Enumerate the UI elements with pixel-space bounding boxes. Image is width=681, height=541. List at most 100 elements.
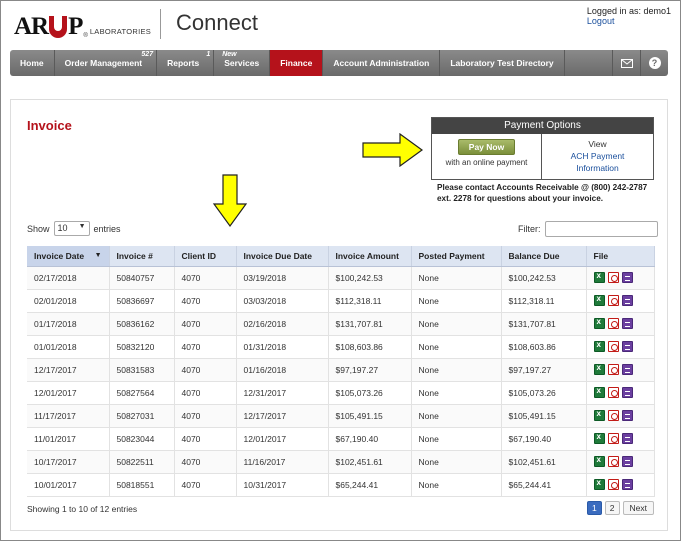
page-title: Invoice	[27, 118, 72, 133]
cell-client-id: 4070	[174, 312, 237, 336]
nav-reports[interactable]: Reports 1	[157, 50, 215, 76]
pdf-icon[interactable]	[607, 433, 619, 444]
excel-icon[interactable]	[593, 455, 605, 467]
logout-link[interactable]: Logout	[587, 16, 671, 26]
cell-balance-due: $97,197.27	[501, 358, 587, 382]
help-icon[interactable]: ?	[640, 50, 668, 76]
excel-icon[interactable]	[593, 409, 605, 421]
pdf-icon[interactable]	[607, 456, 619, 467]
cell-invoice-number: 50832120	[109, 335, 175, 359]
cell-invoice-date: 01/17/2018	[27, 312, 110, 336]
view-label: View	[588, 139, 607, 149]
col-balance-due[interactable]: Balance Due	[501, 246, 587, 267]
page-2-button[interactable]: 2	[604, 501, 620, 515]
document-icon[interactable]	[621, 433, 633, 444]
arrow-down-annotation	[212, 174, 248, 228]
document-icon[interactable]	[621, 295, 633, 306]
ach-section: View ACH Payment Information	[542, 134, 653, 179]
cell-posted-payment: None	[411, 473, 502, 497]
table-row: 12/17/2017 50831583 4070 01/16/2018 $97,197.…	[27, 358, 655, 382]
col-invoice-amount[interactable]: Invoice Amount	[328, 246, 412, 267]
pdf-icon[interactable]	[607, 272, 619, 283]
cell-file	[586, 450, 655, 474]
excel-icon[interactable]	[593, 386, 605, 398]
document-icon[interactable]	[621, 479, 633, 490]
pdf-icon[interactable]	[607, 318, 619, 329]
cell-client-id: 4070	[174, 289, 237, 313]
cell-file	[586, 358, 655, 382]
payment-options-header: Payment Options	[432, 118, 653, 134]
cell-posted-payment: None	[411, 335, 502, 359]
excel-icon[interactable]	[593, 478, 605, 490]
cell-posted-payment: None	[411, 381, 502, 405]
pdf-icon[interactable]	[607, 295, 619, 306]
chevron-down-icon: ▼	[78, 223, 86, 230]
next-page-button[interactable]: Next	[622, 501, 654, 515]
nav-services[interactable]: Services New	[214, 50, 271, 76]
cell-balance-due: $67,190.40	[501, 427, 587, 451]
cell-client-id: 4070	[174, 473, 237, 497]
excel-icon[interactable]	[593, 432, 605, 444]
logo-subtitle: LABORATORIES	[89, 27, 152, 36]
user-info: Logged in as: demo1 Logout	[587, 6, 671, 26]
nav-account-administration[interactable]: Account Administration	[323, 50, 441, 76]
filter-input[interactable]	[544, 221, 658, 237]
pdf-icon[interactable]	[607, 364, 619, 375]
nav-laboratory-test-directory[interactable]: Laboratory Test Directory	[440, 50, 565, 76]
pdf-icon[interactable]	[607, 387, 619, 398]
pay-now-button[interactable]: Pay Now	[457, 139, 516, 155]
col-invoice-date[interactable]: Invoice Date ▼	[27, 246, 110, 267]
help-glyph: ?	[648, 57, 661, 69]
app-name: Connect	[176, 10, 258, 35]
cell-invoice-due-date: 03/19/2018	[236, 266, 329, 290]
cell-invoice-amount: $112,318.11	[328, 289, 412, 313]
excel-icon[interactable]	[593, 271, 605, 283]
cell-invoice-date: 11/17/2017	[27, 404, 110, 428]
nav-home[interactable]: Home	[10, 50, 55, 76]
excel-icon[interactable]	[593, 294, 605, 306]
col-posted-payment[interactable]: Posted Payment	[411, 246, 502, 267]
document-icon[interactable]	[621, 318, 633, 329]
cell-client-id: 4070	[174, 381, 237, 405]
pdf-icon[interactable]	[607, 479, 619, 490]
excel-icon[interactable]	[593, 340, 605, 352]
cell-file	[586, 266, 655, 290]
pdf-icon[interactable]	[607, 341, 619, 352]
reports-count-badge: 1	[206, 51, 211, 58]
col-invoice-number[interactable]: Invoice #	[109, 246, 175, 267]
document-icon[interactable]	[621, 272, 633, 283]
excel-icon[interactable]	[593, 317, 605, 329]
cell-invoice-due-date: 10/31/2017	[236, 473, 329, 497]
cell-invoice-amount: $65,244.41	[328, 473, 412, 497]
document-icon[interactable]	[621, 341, 633, 352]
col-file[interactable]: File	[586, 246, 655, 267]
nav-finance[interactable]: Finance	[270, 50, 324, 76]
arup-logo[interactable]: AR P ® LABORATORIES	[14, 9, 151, 39]
mail-icon[interactable]	[612, 50, 640, 76]
cell-invoice-amount: $97,197.27	[328, 358, 412, 382]
excel-icon[interactable]	[593, 363, 605, 375]
filter-label: Filter:	[518, 224, 541, 234]
table-row: 02/01/2018 50836697 4070 03/03/2018 $112,318…	[27, 289, 655, 313]
invoice-table: Invoice Date ▼ Invoice # Client ID Invoic…	[27, 246, 655, 497]
cell-invoice-amount: $131,707.81	[328, 312, 412, 336]
pdf-icon[interactable]	[607, 410, 619, 421]
document-icon[interactable]	[621, 387, 633, 398]
entries-label: entries	[93, 223, 121, 234]
cell-file	[586, 404, 655, 428]
document-icon[interactable]	[621, 456, 633, 467]
cell-invoice-due-date: 12/17/2017	[236, 404, 329, 428]
document-icon[interactable]	[621, 364, 633, 375]
cell-invoice-due-date: 12/01/2017	[236, 427, 329, 451]
entries-select[interactable]: 10 ▼	[53, 221, 90, 236]
col-client-id[interactable]: Client ID	[174, 246, 237, 267]
document-icon[interactable]	[621, 410, 633, 421]
cell-file	[586, 335, 655, 359]
page-length-control: Show 10 ▼ entries	[27, 221, 121, 236]
table-header-row: Invoice Date ▼ Invoice # Client ID Invoic…	[27, 246, 655, 267]
ach-payment-link[interactable]: ACH Payment Information	[542, 150, 653, 174]
page-1-button[interactable]: 1	[587, 501, 602, 515]
col-invoice-due-date[interactable]: Invoice Due Date	[236, 246, 329, 267]
nav-order-management[interactable]: Order Management 527	[55, 50, 158, 76]
